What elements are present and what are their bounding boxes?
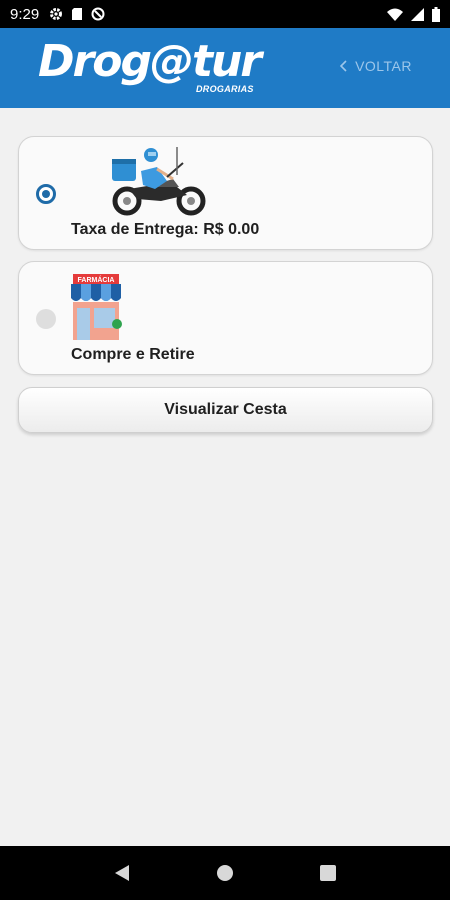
delivery-fee-label: Taxa de Entrega: R$ 0.00	[71, 221, 260, 238]
delivery-motorbike-icon	[112, 147, 206, 216]
navigation-bar	[0, 846, 450, 900]
nav-home-icon	[216, 865, 233, 881]
app-logo: Drog@tur	[38, 36, 262, 87]
nav-back-icon	[114, 865, 129, 881]
pharmacy-store-icon: FARMÁCIA	[71, 274, 122, 340]
data-saver-icon	[91, 7, 105, 21]
nav-recents-button[interactable]	[313, 858, 343, 888]
pickup-radio[interactable]	[36, 309, 56, 329]
settings-icon	[50, 8, 63, 20]
wifi-icon	[387, 8, 403, 21]
sd-card-icon	[72, 8, 83, 20]
nav-home-button[interactable]	[210, 858, 240, 888]
status-bar: 9:29	[0, 0, 450, 28]
view-basket-button[interactable]: Visualizar Cesta	[18, 387, 433, 433]
nav-back-button[interactable]	[107, 858, 137, 888]
app-header: Drog@tur DROGARIAS VOLTAR	[0, 28, 450, 108]
pickup-label: Compre e Retire	[71, 346, 195, 363]
delivery-option[interactable]: Taxa de Entrega: R$ 0.00	[18, 136, 433, 250]
delivery-radio[interactable]	[36, 184, 56, 204]
back-button-label: VOLTAR	[355, 58, 412, 74]
chevron-left-icon	[340, 60, 347, 72]
pickup-option[interactable]: FARMÁCIA Compre e Retire	[18, 261, 433, 375]
signal-icon	[411, 7, 424, 21]
back-button[interactable]: VOLTAR	[340, 58, 412, 74]
app-logo-subtitle: DROGARIAS	[196, 84, 254, 94]
battery-icon	[432, 6, 440, 22]
status-time: 9:29	[10, 5, 40, 23]
pharmacy-sign-text: FARMÁCIA	[78, 275, 115, 284]
nav-recents-icon	[320, 865, 337, 881]
